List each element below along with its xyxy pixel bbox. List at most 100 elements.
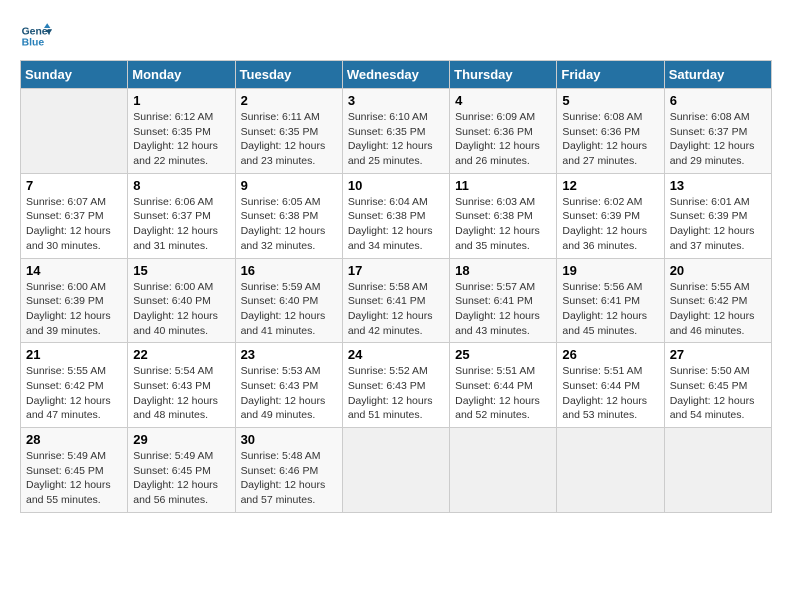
calendar-body: 1Sunrise: 6:12 AM Sunset: 6:35 PM Daylig… — [21, 89, 772, 513]
cell-week2-day0: 7Sunrise: 6:07 AM Sunset: 6:37 PM Daylig… — [21, 173, 128, 258]
cell-info: Sunrise: 5:58 AM Sunset: 6:41 PM Dayligh… — [348, 280, 444, 339]
day-number: 17 — [348, 263, 444, 278]
cell-info: Sunrise: 6:06 AM Sunset: 6:37 PM Dayligh… — [133, 195, 229, 254]
cell-week5-day4 — [450, 428, 557, 513]
column-header-wednesday: Wednesday — [342, 61, 449, 89]
day-number: 29 — [133, 432, 229, 447]
day-number: 24 — [348, 347, 444, 362]
day-number: 11 — [455, 178, 551, 193]
cell-week2-day1: 8Sunrise: 6:06 AM Sunset: 6:37 PM Daylig… — [128, 173, 235, 258]
calendar-header-row: SundayMondayTuesdayWednesdayThursdayFrid… — [21, 61, 772, 89]
cell-week2-day5: 12Sunrise: 6:02 AM Sunset: 6:39 PM Dayli… — [557, 173, 664, 258]
day-number: 12 — [562, 178, 658, 193]
cell-info: Sunrise: 5:55 AM Sunset: 6:42 PM Dayligh… — [670, 280, 766, 339]
day-number: 15 — [133, 263, 229, 278]
cell-week1-day5: 5 Sunrise: 6:08 AM Sunset: 6:36 PM Daylig… — [557, 89, 664, 174]
day-number: 10 — [348, 178, 444, 193]
cell-info: Sunrise: 6:00 AM Sunset: 6:40 PM Dayligh… — [133, 280, 229, 339]
column-header-tuesday: Tuesday — [235, 61, 342, 89]
cell-week5-day1: 29 Sunrise: 5:49 AM Sunset: 6:45 PM Dayli… — [128, 428, 235, 513]
column-header-thursday: Thursday — [450, 61, 557, 89]
cell-week1-day1: 1Sunrise: 6:12 AM Sunset: 6:35 PM Daylig… — [128, 89, 235, 174]
cell-info: Sunrise: 5:51 AM Sunset: 6:44 PM Dayligh… — [562, 364, 658, 423]
cell-info: Sunrise: 5:49 AM Sunset: 6:45 PM Dayligh… — [133, 449, 229, 508]
cell-info: Sunrise: 6:08 AM Sunset: 6:37 PM Dayligh… — [670, 110, 766, 169]
day-number: 18 — [455, 263, 551, 278]
day-number: 14 — [26, 263, 122, 278]
cell-week5-day3 — [342, 428, 449, 513]
cell-week3-day1: 15 Sunrise: 6:00 AM Sunset: 6:40 PM Dayli… — [128, 258, 235, 343]
cell-info: Sunrise: 5:55 AM Sunset: 6:42 PM Dayligh… — [26, 364, 122, 423]
cell-week4-day4: 25 Sunrise: 5:51 AM Sunset: 6:44 PM Dayli… — [450, 343, 557, 428]
cell-week4-day6: 27 Sunrise: 5:50 AM Sunset: 6:45 PM Dayli… — [664, 343, 771, 428]
cell-week3-day4: 18 Sunrise: 5:57 AM Sunset: 6:41 PM Dayli… — [450, 258, 557, 343]
cell-info: Sunrise: 5:59 AM Sunset: 6:40 PM Dayligh… — [241, 280, 337, 339]
cell-week3-day5: 19 Sunrise: 5:56 AM Sunset: 6:41 PM Dayli… — [557, 258, 664, 343]
cell-info: Sunrise: 5:49 AM Sunset: 6:45 PM Dayligh… — [26, 449, 122, 508]
day-number: 26 — [562, 347, 658, 362]
cell-info: Sunrise: 6:00 AM Sunset: 6:39 PM Dayligh… — [26, 280, 122, 339]
cell-week1-day3: 3Sunrise: 6:10 AM Sunset: 6:35 PM Daylig… — [342, 89, 449, 174]
day-number: 22 — [133, 347, 229, 362]
column-header-monday: Monday — [128, 61, 235, 89]
logo-icon: General Blue — [20, 20, 52, 52]
cell-week3-day3: 17 Sunrise: 5:58 AM Sunset: 6:41 PM Dayli… — [342, 258, 449, 343]
week-row-1: 1Sunrise: 6:12 AM Sunset: 6:35 PM Daylig… — [21, 89, 772, 174]
cell-week3-day2: 16 Sunrise: 5:59 AM Sunset: 6:40 PM Dayli… — [235, 258, 342, 343]
logo: General Blue — [20, 20, 52, 52]
cell-week3-day0: 14 Sunrise: 6:00 AM Sunset: 6:39 PM Dayli… — [21, 258, 128, 343]
cell-info: Sunrise: 5:51 AM Sunset: 6:44 PM Dayligh… — [455, 364, 551, 423]
day-number: 23 — [241, 347, 337, 362]
cell-week2-day4: 11 Sunrise: 6:03 AM Sunset: 6:38 PM Dayli… — [450, 173, 557, 258]
cell-week1-day2: 2 Sunrise: 6:11 AM Sunset: 6:35 PM Daylig… — [235, 89, 342, 174]
day-number: 5 — [562, 93, 658, 108]
cell-week2-day2: 9 Sunrise: 6:05 AM Sunset: 6:38 PM Daylig… — [235, 173, 342, 258]
cell-info: Sunrise: 6:05 AM Sunset: 6:38 PM Dayligh… — [241, 195, 337, 254]
day-number: 13 — [670, 178, 766, 193]
cell-info: Sunrise: 6:03 AM Sunset: 6:38 PM Dayligh… — [455, 195, 551, 254]
cell-info: Sunrise: 6:01 AM Sunset: 6:39 PM Dayligh… — [670, 195, 766, 254]
week-row-2: 7Sunrise: 6:07 AM Sunset: 6:37 PM Daylig… — [21, 173, 772, 258]
day-number: 20 — [670, 263, 766, 278]
cell-week4-day1: 22 Sunrise: 5:54 AM Sunset: 6:43 PM Dayli… — [128, 343, 235, 428]
column-header-sunday: Sunday — [21, 61, 128, 89]
cell-week2-day3: 10 Sunrise: 6:04 AM Sunset: 6:38 PM Dayli… — [342, 173, 449, 258]
day-number: 7 — [26, 178, 122, 193]
cell-info: Sunrise: 6:08 AM Sunset: 6:36 PM Dayligh… — [562, 110, 658, 169]
day-number: 25 — [455, 347, 551, 362]
day-number: 27 — [670, 347, 766, 362]
cell-info: Sunrise: 5:48 AM Sunset: 6:46 PM Dayligh… — [241, 449, 337, 508]
day-number: 2 — [241, 93, 337, 108]
day-number: 30 — [241, 432, 337, 447]
cell-week1-day0 — [21, 89, 128, 174]
cell-week5-day2: 30 Sunrise: 5:48 AM Sunset: 6:46 PM Dayli… — [235, 428, 342, 513]
day-number: 9 — [241, 178, 337, 193]
cell-info: Sunrise: 5:56 AM Sunset: 6:41 PM Dayligh… — [562, 280, 658, 339]
cell-week5-day0: 28 Sunrise: 5:49 AM Sunset: 6:45 PM Dayli… — [21, 428, 128, 513]
column-header-friday: Friday — [557, 61, 664, 89]
cell-info: Sunrise: 6:10 AM Sunset: 6:35 PM Dayligh… — [348, 110, 444, 169]
day-number: 21 — [26, 347, 122, 362]
cell-week5-day6 — [664, 428, 771, 513]
cell-week5-day5 — [557, 428, 664, 513]
cell-week1-day6: 6 Sunrise: 6:08 AM Sunset: 6:37 PM Daylig… — [664, 89, 771, 174]
cell-week1-day4: 4 Sunrise: 6:09 AM Sunset: 6:36 PM Daylig… — [450, 89, 557, 174]
day-number: 4 — [455, 93, 551, 108]
cell-week4-day5: 26 Sunrise: 5:51 AM Sunset: 6:44 PM Dayli… — [557, 343, 664, 428]
column-header-saturday: Saturday — [664, 61, 771, 89]
week-row-3: 14 Sunrise: 6:00 AM Sunset: 6:39 PM Dayli… — [21, 258, 772, 343]
cell-info: Sunrise: 6:04 AM Sunset: 6:38 PM Dayligh… — [348, 195, 444, 254]
cell-info: Sunrise: 5:57 AM Sunset: 6:41 PM Dayligh… — [455, 280, 551, 339]
day-number: 16 — [241, 263, 337, 278]
day-number: 28 — [26, 432, 122, 447]
cell-info: Sunrise: 5:54 AM Sunset: 6:43 PM Dayligh… — [133, 364, 229, 423]
cell-info: Sunrise: 6:11 AM Sunset: 6:35 PM Dayligh… — [241, 110, 337, 169]
cell-info: Sunrise: 6:09 AM Sunset: 6:36 PM Dayligh… — [455, 110, 551, 169]
cell-week4-day2: 23Sunrise: 5:53 AM Sunset: 6:43 PM Dayli… — [235, 343, 342, 428]
day-number: 19 — [562, 263, 658, 278]
day-number: 1 — [133, 93, 229, 108]
cell-info: Sunrise: 5:50 AM Sunset: 6:45 PM Dayligh… — [670, 364, 766, 423]
cell-week4-day3: 24Sunrise: 5:52 AM Sunset: 6:43 PM Dayli… — [342, 343, 449, 428]
cell-week3-day6: 20 Sunrise: 5:55 AM Sunset: 6:42 PM Dayli… — [664, 258, 771, 343]
day-number: 6 — [670, 93, 766, 108]
